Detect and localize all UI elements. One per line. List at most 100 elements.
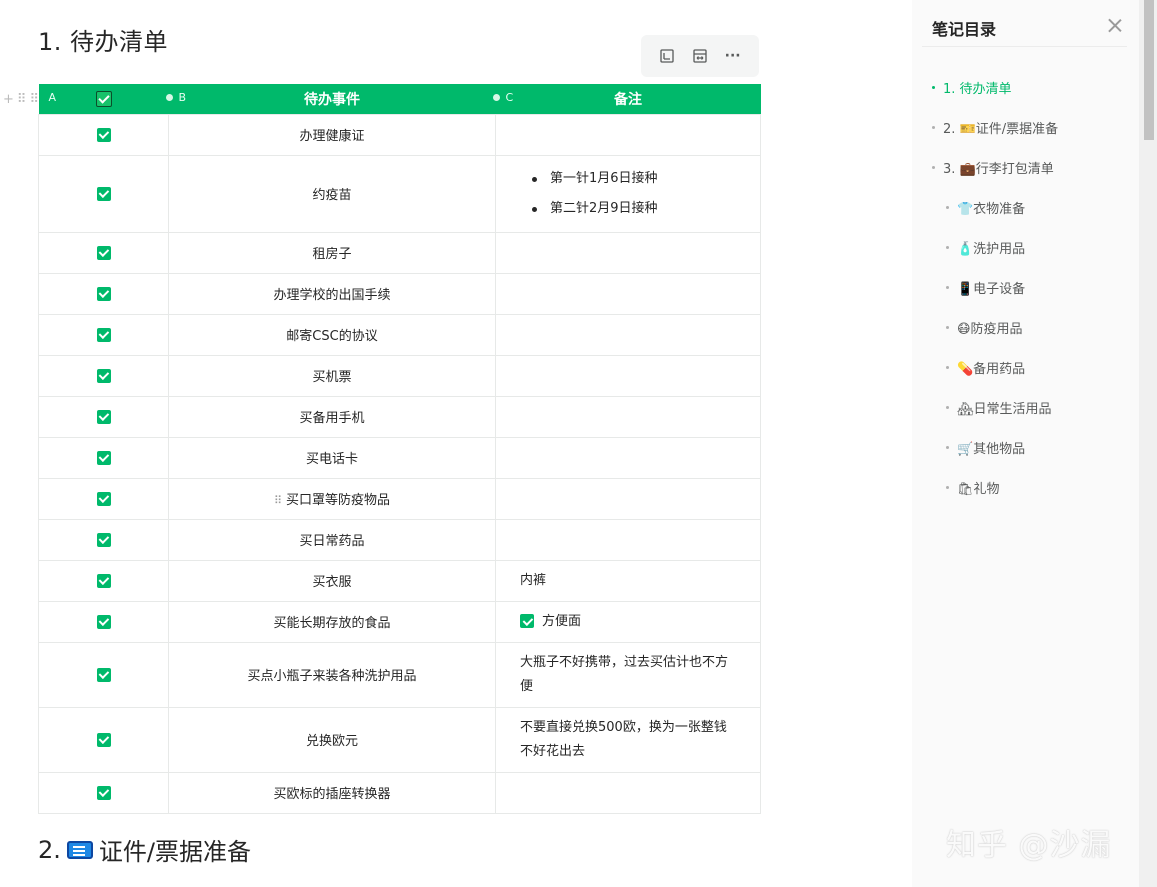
note-cell[interactable]: 不要直接兑换500欧，换为一张整钱不好花出去 xyxy=(495,706,761,773)
checked-checkbox[interactable] xyxy=(96,127,111,142)
toc-item-clothes[interactable]: 👕衣物准备 xyxy=(946,198,1025,217)
note-cell[interactable] xyxy=(495,395,761,438)
checked-checkbox[interactable] xyxy=(96,491,111,506)
checked-checkbox[interactable] xyxy=(96,450,111,465)
item-cell[interactable]: 约疫苗 xyxy=(168,154,496,233)
item-cell[interactable]: 买欧标的插座转换器 xyxy=(168,771,496,814)
checked-checkbox[interactable] xyxy=(96,245,111,260)
toc-item-todo[interactable]: 1. 待办清单 xyxy=(932,78,1012,97)
checkbox-cell[interactable] xyxy=(38,436,169,479)
item-cell[interactable]: 兑换欧元 xyxy=(168,706,496,773)
note-cell[interactable]: 大瓶子不好携带，过去买估计也不方便 xyxy=(495,641,761,708)
item-text: 买口罩等防疫物品 xyxy=(286,493,391,508)
bullet-icon xyxy=(946,286,949,289)
toc-item-gifts[interactable]: 🛍礼物 xyxy=(946,478,1000,497)
checked-checkbox[interactable] xyxy=(96,667,111,682)
header-note-cell[interactable]: C 备注 xyxy=(492,84,761,114)
item-cell[interactable]: 买电话卡 xyxy=(168,436,496,479)
column-resize-dot[interactable] xyxy=(165,94,173,101)
toc-label: 🛒其他物品 xyxy=(957,442,1026,457)
toc-item-toiletries[interactable]: 🧴洗护用品 xyxy=(946,238,1025,257)
checked-checkbox[interactable] xyxy=(96,573,111,588)
header-item-cell[interactable]: B 待办事件 xyxy=(165,84,496,114)
drag-handle-icon[interactable]: ⠿ xyxy=(274,494,282,507)
toc-item-luggage[interactable]: 3. 💼行李打包清单 xyxy=(932,158,1054,177)
header-item-label: 待办事件 xyxy=(304,91,360,108)
bullet-icon xyxy=(932,126,935,129)
scrollbar-thumb[interactable] xyxy=(1144,0,1154,140)
toc-item-medicine[interactable]: 💊备用药品 xyxy=(946,358,1025,377)
note-cell[interactable] xyxy=(495,518,761,561)
document-area: 1. 待办清单 ··· + ⠿ ⠿ A B 待办事件 C 备注 办理健康证 约疫… xyxy=(0,0,912,887)
close-icon[interactable] xyxy=(1105,16,1125,36)
note-cell[interactable]: 方便面 xyxy=(495,600,761,643)
checkbox-cell[interactable] xyxy=(38,113,169,156)
note-cell[interactable] xyxy=(495,272,761,315)
fit-width-icon[interactable] xyxy=(689,45,711,67)
toc-item-documents[interactable]: 2. 🎫证件/票据准备 xyxy=(932,118,1058,137)
item-cell[interactable]: 办理学校的出国手续 xyxy=(168,272,496,315)
note-cell[interactable] xyxy=(495,436,761,479)
checked-checkbox[interactable] xyxy=(96,409,111,424)
checked-checkbox[interactable] xyxy=(96,732,111,747)
toc-label: 1. 待办清单 xyxy=(943,82,1012,97)
toc-label: 📱电子设备 xyxy=(957,282,1026,297)
note-cell[interactable]: 内裤 xyxy=(495,559,761,602)
checkbox-cell[interactable] xyxy=(38,477,169,520)
item-cell[interactable]: 办理健康证 xyxy=(168,113,496,156)
note-checkbox[interactable] xyxy=(520,614,534,628)
checkbox-cell[interactable] xyxy=(38,231,169,274)
checkbox-cell[interactable] xyxy=(38,771,169,814)
note-cell[interactable] xyxy=(495,231,761,274)
checked-checkbox[interactable] xyxy=(96,785,111,800)
list-item: 第一针1月6日接种 xyxy=(530,164,736,194)
note-cell[interactable] xyxy=(495,477,761,520)
table-row: 买备用手机 xyxy=(38,395,761,438)
checkbox-cell[interactable] xyxy=(38,518,169,561)
checkbox-cell[interactable] xyxy=(38,706,169,773)
checked-checkbox[interactable] xyxy=(96,186,111,201)
checked-checkbox[interactable] xyxy=(96,614,111,629)
item-cell[interactable]: 邮寄CSC的协议 xyxy=(168,313,496,356)
checkbox-cell[interactable] xyxy=(38,395,169,438)
header-checkbox[interactable] xyxy=(95,90,112,107)
column-resize-dot[interactable] xyxy=(492,94,500,101)
bullet-icon xyxy=(946,206,949,209)
checkbox-cell[interactable] xyxy=(38,272,169,315)
more-icon[interactable]: ··· xyxy=(722,45,744,67)
item-cell[interactable]: ⠿ 买口罩等防疫物品 xyxy=(168,477,496,520)
table-header-row: A B 待办事件 C 备注 xyxy=(38,84,761,114)
toc-item-others[interactable]: 🛒其他物品 xyxy=(946,438,1025,457)
item-cell[interactable]: 买能长期存放的食品 xyxy=(168,600,496,643)
checked-checkbox[interactable] xyxy=(96,368,111,383)
drag-handle-icon[interactable]: ⠿ xyxy=(17,92,27,107)
note-cell[interactable] xyxy=(495,771,761,814)
note-cell[interactable]: 第一针1月6日接种 第二针2月9日接种 xyxy=(495,154,761,233)
checkbox-cell[interactable] xyxy=(38,600,169,643)
toc-label: 2. 🎫证件/票据准备 xyxy=(943,122,1059,137)
checked-checkbox[interactable] xyxy=(96,327,111,342)
plus-icon[interactable]: + xyxy=(3,92,14,107)
item-cell[interactable]: 买备用手机 xyxy=(168,395,496,438)
header-checkbox-cell[interactable]: A xyxy=(39,84,169,114)
item-cell[interactable]: 买衣服 xyxy=(168,559,496,602)
checkbox-cell[interactable] xyxy=(38,154,169,233)
item-cell[interactable]: 买机票 xyxy=(168,354,496,397)
image-icon[interactable] xyxy=(656,45,678,67)
checked-checkbox[interactable] xyxy=(96,532,111,547)
checked-checkbox[interactable] xyxy=(96,286,111,301)
note-cell[interactable] xyxy=(495,113,761,156)
item-cell[interactable]: 租房子 xyxy=(168,231,496,274)
checkbox-cell[interactable] xyxy=(38,559,169,602)
toc-item-daily[interactable]: 🏘日常生活用品 xyxy=(946,398,1052,417)
note-cell[interactable] xyxy=(495,354,761,397)
note-cell[interactable] xyxy=(495,313,761,356)
item-cell[interactable]: 买日常药品 xyxy=(168,518,496,561)
checkbox-cell[interactable] xyxy=(38,641,169,708)
checkbox-cell[interactable] xyxy=(38,354,169,397)
toc-item-electronics[interactable]: 📱电子设备 xyxy=(946,278,1025,297)
toc-item-epidemic[interactable]: 😷防疫用品 xyxy=(946,318,1023,337)
item-cell[interactable]: 买点小瓶子来装各种洗护用品 xyxy=(168,641,496,708)
checkbox-cell[interactable] xyxy=(38,313,169,356)
row-add-handle[interactable]: + ⠿ ⠿ xyxy=(3,92,39,107)
